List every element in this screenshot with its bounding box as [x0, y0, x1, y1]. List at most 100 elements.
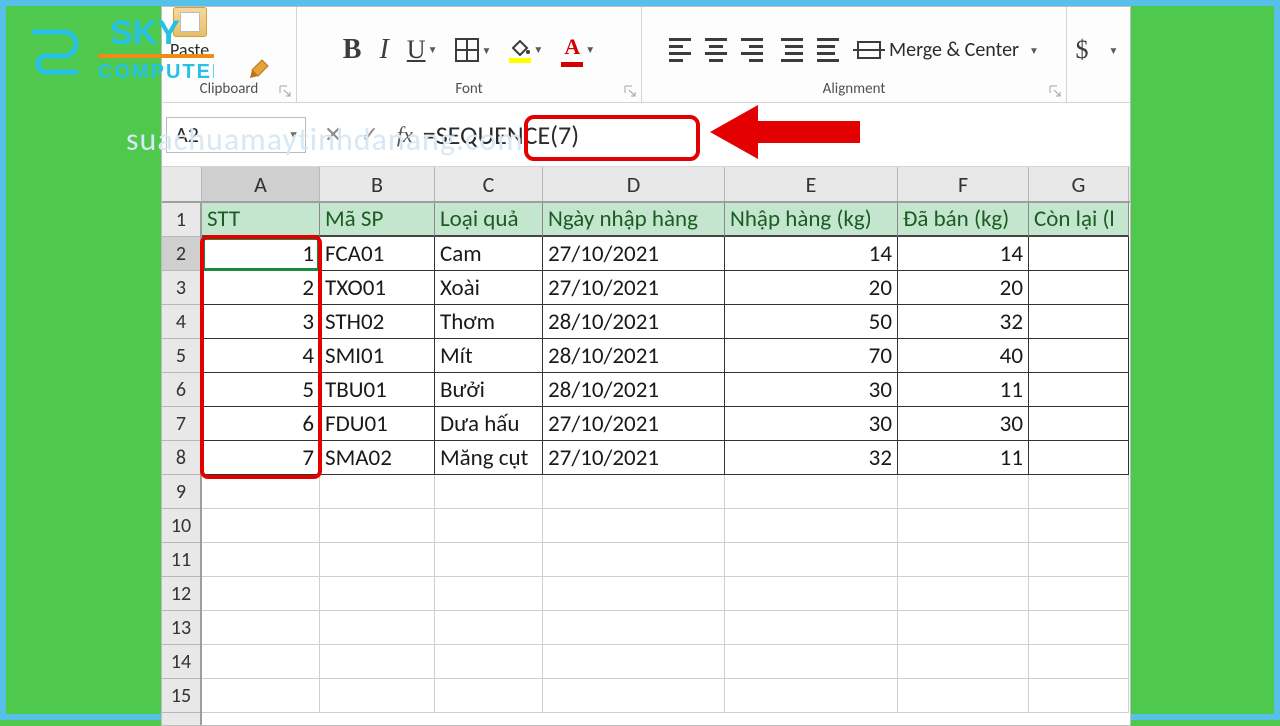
cell[interactable] — [202, 543, 320, 577]
col-header-D[interactable]: D — [543, 167, 725, 201]
alignment-dialog-launcher[interactable] — [1048, 84, 1062, 98]
cell[interactable] — [202, 645, 320, 679]
cell[interactable] — [725, 475, 898, 509]
cell[interactable] — [1029, 543, 1129, 577]
col-header-E[interactable]: E — [725, 167, 898, 201]
cell[interactable]: Mít — [435, 339, 543, 373]
row-header[interactable]: 13 — [162, 611, 200, 645]
spreadsheet-grid[interactable]: A B C D E F G 123456789101112131415 STTM… — [162, 167, 1130, 725]
cell[interactable] — [202, 611, 320, 645]
cell[interactable] — [320, 611, 435, 645]
cell[interactable]: 32 — [898, 305, 1029, 339]
cell[interactable]: TBU01 — [320, 373, 435, 407]
cell[interactable] — [543, 679, 725, 713]
row-header[interactable]: 9 — [162, 475, 200, 509]
cell[interactable]: 11 — [898, 441, 1029, 475]
row-header[interactable]: 2 — [162, 237, 200, 271]
header-cell[interactable]: Đã bán (kg) — [898, 203, 1029, 237]
cell[interactable]: 32 — [725, 441, 898, 475]
cell[interactable] — [1029, 611, 1129, 645]
cell[interactable]: 27/10/2021 — [543, 237, 725, 271]
cell[interactable] — [898, 611, 1029, 645]
cell[interactable]: 14 — [725, 237, 898, 271]
merge-center-button[interactable]: Merge & Center ▼ — [857, 38, 1039, 62]
cell[interactable]: 2 — [202, 271, 320, 305]
header-cell[interactable]: Còn lại (l — [1029, 203, 1129, 237]
cell[interactable] — [1029, 271, 1129, 305]
col-header-G[interactable]: G — [1029, 167, 1129, 201]
cell[interactable] — [202, 509, 320, 543]
cell[interactable] — [543, 611, 725, 645]
header-cell[interactable]: Mã SP — [320, 203, 435, 237]
cell[interactable] — [1029, 305, 1129, 339]
cell[interactable] — [543, 509, 725, 543]
cell[interactable] — [1029, 339, 1129, 373]
clipboard-dialog-launcher[interactable] — [278, 84, 292, 98]
currency-button[interactable]: $ — [1076, 35, 1089, 65]
cell[interactable] — [898, 577, 1029, 611]
cell[interactable]: 14 — [898, 237, 1029, 271]
cell[interactable]: Cam — [435, 237, 543, 271]
row-header[interactable]: 1 — [162, 203, 200, 237]
cell[interactable] — [1029, 509, 1129, 543]
cell[interactable] — [202, 679, 320, 713]
cell[interactable] — [202, 577, 320, 611]
cell[interactable] — [898, 679, 1029, 713]
cell[interactable]: 28/10/2021 — [543, 339, 725, 373]
cell[interactable] — [725, 577, 898, 611]
cell[interactable]: 20 — [725, 271, 898, 305]
row-header[interactable]: 11 — [162, 543, 200, 577]
cell[interactable] — [1029, 407, 1129, 441]
format-painter-icon[interactable] — [248, 56, 272, 80]
cell[interactable] — [543, 577, 725, 611]
cell[interactable]: Thơm — [435, 305, 543, 339]
cell[interactable]: 30 — [898, 407, 1029, 441]
cell[interactable] — [725, 645, 898, 679]
cell[interactable] — [435, 577, 543, 611]
col-header-A[interactable]: A — [202, 167, 320, 201]
cell[interactable] — [320, 577, 435, 611]
cell[interactable]: 3 — [202, 305, 320, 339]
cell[interactable] — [202, 475, 320, 509]
cell[interactable]: 30 — [725, 373, 898, 407]
cell[interactable]: 20 — [898, 271, 1029, 305]
cell[interactable]: Măng cụt — [435, 441, 543, 475]
row-header[interactable]: 15 — [162, 679, 200, 713]
cell[interactable] — [320, 645, 435, 679]
cell[interactable] — [725, 543, 898, 577]
cell[interactable] — [1029, 577, 1129, 611]
row-header[interactable]: 14 — [162, 645, 200, 679]
cell[interactable] — [435, 679, 543, 713]
cell[interactable]: 27/10/2021 — [543, 271, 725, 305]
row-header[interactable]: 4 — [162, 305, 200, 339]
cell[interactable] — [435, 645, 543, 679]
cell[interactable] — [725, 509, 898, 543]
row-header[interactable]: 12 — [162, 577, 200, 611]
increase-indent-button[interactable] — [817, 38, 839, 62]
italic-button[interactable]: I — [379, 34, 388, 66]
cell[interactable] — [435, 475, 543, 509]
underline-button[interactable]: U▼ — [407, 35, 438, 65]
bold-button[interactable]: B — [343, 34, 362, 66]
cell[interactable] — [320, 509, 435, 543]
cell[interactable] — [725, 611, 898, 645]
font-dialog-launcher[interactable] — [623, 84, 637, 98]
row-header[interactable]: 6 — [162, 373, 200, 407]
align-left-button[interactable] — [669, 38, 691, 62]
cell[interactable]: 28/10/2021 — [543, 373, 725, 407]
row-header[interactable]: 7 — [162, 407, 200, 441]
row-header[interactable]: 8 — [162, 441, 200, 475]
fill-color-button[interactable]: ▼ — [509, 38, 543, 63]
cell[interactable]: 11 — [898, 373, 1029, 407]
cell[interactable]: FDU01 — [320, 407, 435, 441]
col-header-C[interactable]: C — [435, 167, 543, 201]
cell[interactable]: 50 — [725, 305, 898, 339]
cell[interactable]: 5 — [202, 373, 320, 407]
header-cell[interactable]: STT — [202, 203, 320, 237]
cell[interactable] — [898, 509, 1029, 543]
cell[interactable] — [543, 645, 725, 679]
decrease-indent-button[interactable] — [781, 38, 803, 62]
header-cell[interactable]: Nhập hàng (kg) — [725, 203, 898, 237]
borders-button[interactable]: ▼ — [455, 38, 491, 62]
cell[interactable]: Xoài — [435, 271, 543, 305]
